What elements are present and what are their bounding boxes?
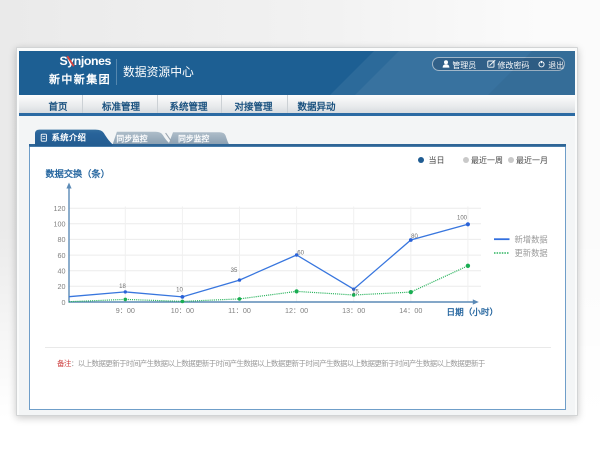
svg-text:同步监控: 同步监控 bbox=[178, 134, 209, 144]
svg-text:11：00: 11：00 bbox=[228, 306, 251, 315]
svg-text:9：00: 9：00 bbox=[116, 306, 135, 315]
svg-text:数据交换（条）: 数据交换（条） bbox=[45, 168, 110, 179]
svg-text:18: 18 bbox=[119, 284, 126, 290]
svg-text:13：00: 13：00 bbox=[342, 306, 365, 315]
svg-text:60: 60 bbox=[58, 251, 66, 260]
svg-text:80: 80 bbox=[411, 234, 418, 240]
svg-text:同步监控: 同步监控 bbox=[116, 133, 147, 143]
svg-text:80: 80 bbox=[58, 235, 66, 244]
svg-text:100: 100 bbox=[54, 220, 66, 229]
svg-text:12：00: 12：00 bbox=[285, 306, 308, 315]
svg-text:更新数据: 更新数据 bbox=[515, 248, 548, 258]
svg-text:日期（小时）: 日期（小时） bbox=[447, 306, 499, 317]
svg-text:14：00: 14：00 bbox=[399, 306, 422, 315]
svg-text:系统介绍: 系统介绍 bbox=[52, 133, 87, 143]
svg-text:35: 35 bbox=[231, 268, 238, 274]
svg-text:100: 100 bbox=[457, 216, 468, 222]
svg-text:40: 40 bbox=[58, 266, 66, 275]
svg-text:10：00: 10：00 bbox=[171, 306, 194, 315]
svg-text:新增数据: 新增数据 bbox=[515, 234, 548, 244]
svg-text:15: 15 bbox=[352, 289, 359, 295]
svg-text:0: 0 bbox=[62, 298, 66, 307]
svg-text:10: 10 bbox=[176, 288, 183, 294]
svg-text:120: 120 bbox=[54, 204, 66, 213]
svg-text:20: 20 bbox=[58, 282, 66, 291]
svg-text:60: 60 bbox=[297, 251, 304, 257]
